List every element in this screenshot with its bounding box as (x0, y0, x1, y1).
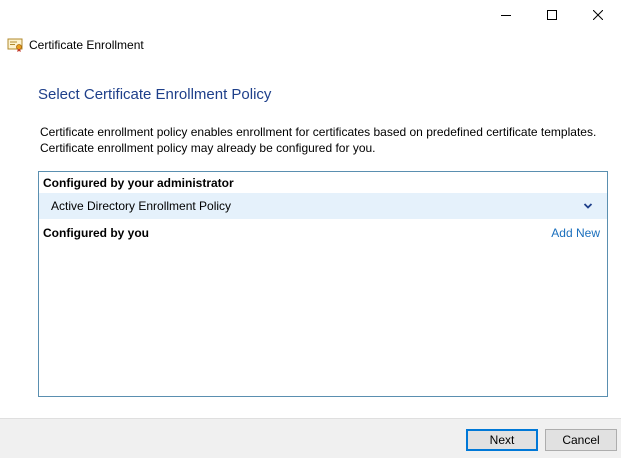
certificate-icon (7, 38, 23, 52)
admin-section-header: Configured by your administrator (43, 176, 234, 190)
close-button[interactable] (575, 0, 621, 30)
window-controls (483, 0, 621, 30)
close-icon (593, 10, 603, 20)
page-title: Select Certificate Enrollment Policy (38, 86, 272, 103)
description-line-1: Certificate enrollment policy enables en… (40, 125, 597, 139)
add-new-link[interactable]: Add New (551, 226, 600, 240)
policy-list: Configured by your administrator Active … (38, 171, 608, 397)
maximize-icon (547, 10, 557, 20)
chevron-down-icon[interactable] (583, 201, 593, 211)
next-button[interactable]: Next (466, 429, 538, 451)
maximize-button[interactable] (529, 0, 575, 30)
user-section-header: Configured by you (43, 226, 149, 240)
footer-bar: Next Cancel (0, 418, 621, 458)
policy-item-active-directory[interactable]: Active Directory Enrollment Policy (39, 193, 607, 219)
description-line-2: Certificate enrollment policy may alread… (40, 141, 376, 155)
page-description: Certificate enrollment policy enables en… (40, 124, 610, 156)
cancel-button[interactable]: Cancel (545, 429, 617, 451)
window-title: Certificate Enrollment (29, 38, 144, 52)
minimize-icon (501, 15, 511, 16)
title-bar: Certificate Enrollment (7, 35, 144, 55)
policy-item-label: Active Directory Enrollment Policy (51, 199, 232, 213)
minimize-button[interactable] (483, 0, 529, 30)
